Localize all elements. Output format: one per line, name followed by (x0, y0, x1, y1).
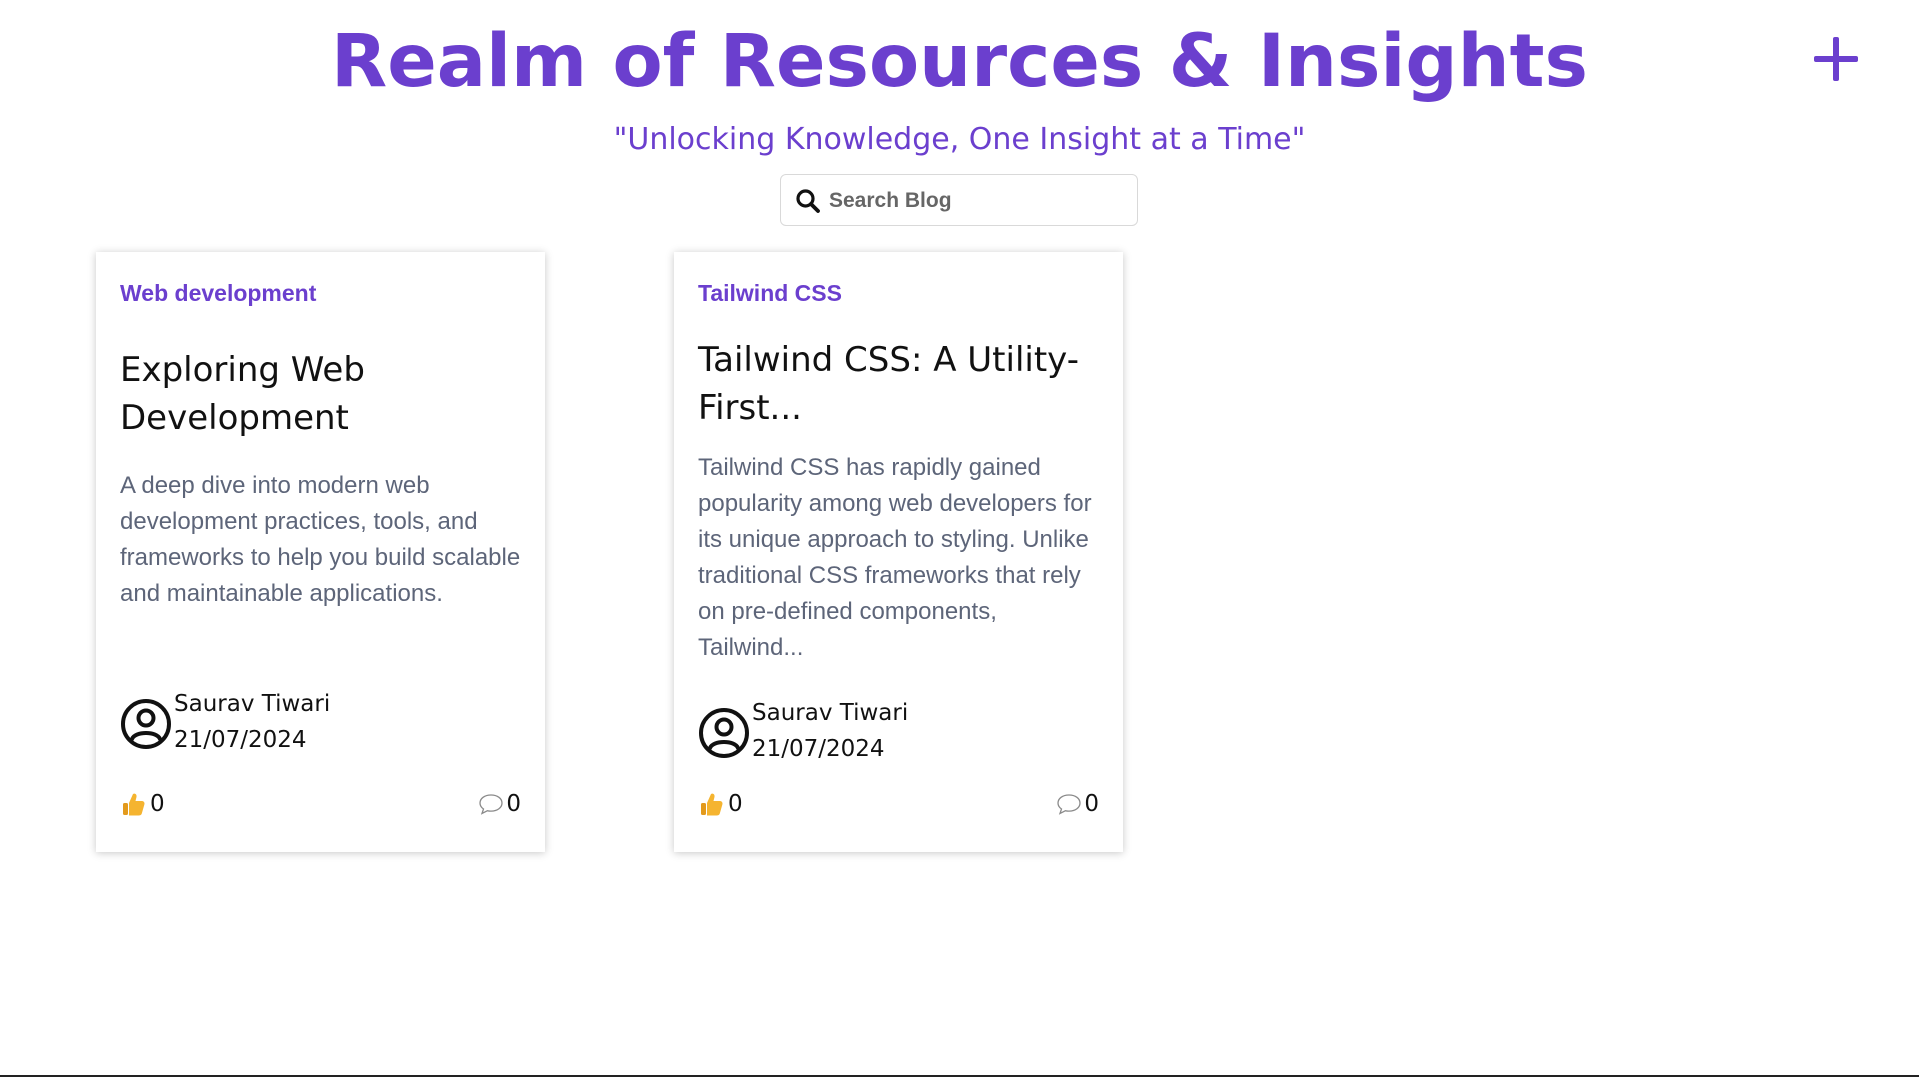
like-count: 0 (728, 791, 743, 817)
add-post-button[interactable] (1806, 28, 1866, 88)
user-circle-icon (699, 708, 749, 758)
user-circle-icon (121, 699, 171, 749)
post-author: Saurav Tiwari 21/07/2024 (120, 686, 520, 758)
search-bar (780, 174, 1138, 226)
post-date: 21/07/2024 (752, 736, 885, 762)
search-icon (796, 189, 820, 213)
like-count: 0 (150, 791, 165, 817)
like-button[interactable]: 0 (120, 786, 165, 822)
blog-post-card[interactable]: Web development Exploring Web Developmen… (96, 252, 545, 852)
post-title[interactable]: Tailwind CSS: A Utility-First... (698, 336, 1098, 432)
post-author: Saurav Tiwari 21/07/2024 (698, 695, 1098, 767)
comment-button[interactable]: 0 (478, 786, 521, 822)
comment-count: 0 (1084, 791, 1099, 817)
site-title: Realm of Resources & Insights (330, 19, 1588, 104)
blog-post-card[interactable]: Tailwind CSS Tailwind CSS: A Utility-Fir… (674, 252, 1123, 852)
post-title[interactable]: Exploring Web Development (120, 346, 520, 442)
site-tagline: "Unlocking Knowledge, One Insight at a T… (613, 122, 1306, 157)
author-name: Saurav Tiwari (752, 700, 909, 726)
speech-bubble-icon (479, 794, 504, 815)
thumbs-up-icon (701, 793, 723, 816)
post-date: 21/07/2024 (174, 727, 307, 753)
speech-bubble-icon (1057, 794, 1082, 815)
thumbs-up-icon (123, 793, 145, 816)
comment-button[interactable]: 0 (1056, 786, 1099, 822)
search-input[interactable] (829, 183, 1125, 219)
comment-count: 0 (506, 791, 521, 817)
post-category[interactable]: Web development (120, 276, 316, 310)
post-description: A deep dive into modern web development … (120, 472, 521, 607)
like-button[interactable]: 0 (698, 786, 743, 822)
post-category[interactable]: Tailwind CSS (698, 276, 842, 310)
author-name: Saurav Tiwari (174, 691, 331, 717)
post-description: Tailwind CSS has rapidly gained populari… (698, 454, 1092, 661)
card-footer: 0 0 (698, 786, 1099, 822)
card-footer: 0 0 (120, 786, 521, 822)
